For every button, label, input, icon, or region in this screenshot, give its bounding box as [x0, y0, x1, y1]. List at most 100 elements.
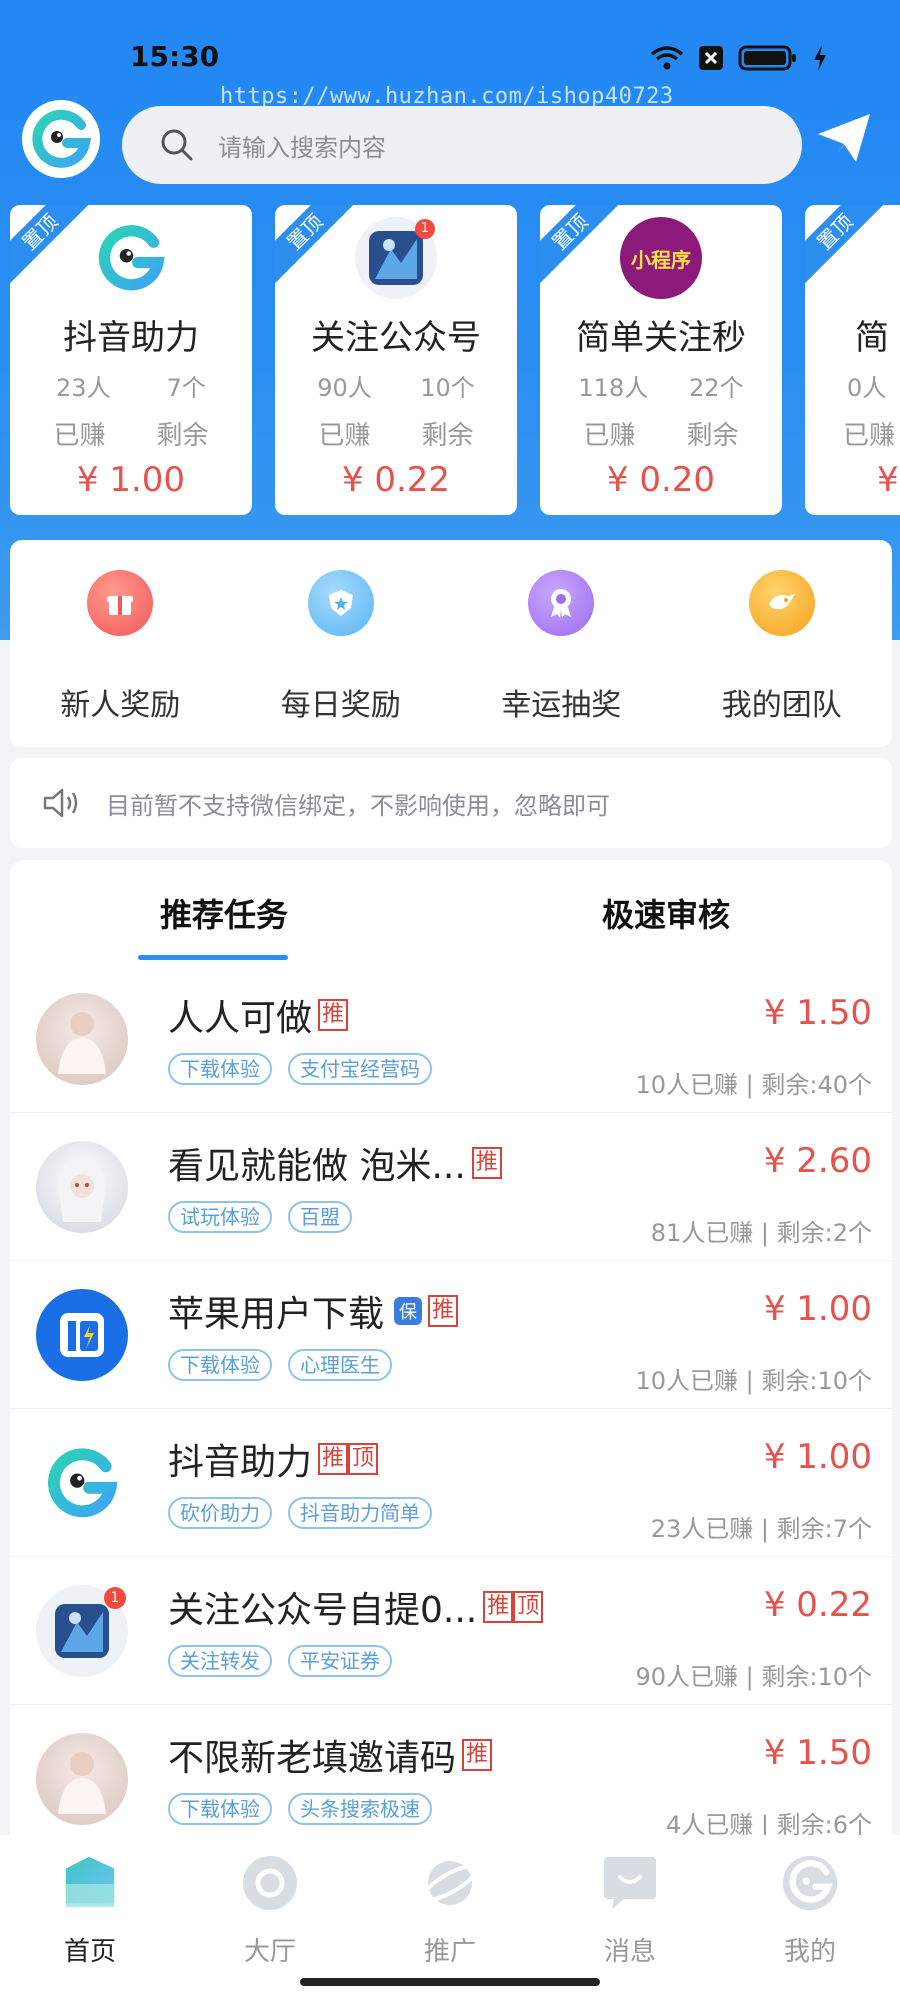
earned-count: 23人	[56, 374, 111, 402]
task-price: ¥ 1.00	[763, 1289, 872, 1329]
card-price: ¥ 1.00	[76, 460, 186, 500]
earned-label: 已赚	[318, 421, 371, 451]
top-card[interactable]: 置顶 抖音助力 23人 7个 已赚 剩余 ¥ 1.00	[10, 205, 252, 515]
task-price: ¥ 0.22	[763, 1585, 872, 1625]
home-icon	[60, 1853, 120, 1913]
task-row[interactable]: 1 关注公众号自提0... 推顶 关注转发 平安证券 ¥ 0.22 90人已赚 | …	[10, 1557, 892, 1705]
paper-plane-icon	[818, 114, 870, 162]
girl-photo-avatar	[36, 993, 128, 1085]
task-chip: 支付宝经营码	[288, 1053, 432, 1085]
task-stats: 10人已赚 | 剩余:40个	[635, 1071, 872, 1099]
menu-item-daily-reward[interactable]: 每日奖励	[231, 540, 452, 747]
earned-label: 已赚	[843, 421, 896, 451]
nav-messages[interactable]: 消息	[540, 1835, 720, 2000]
battery-icon	[738, 45, 796, 71]
task-row[interactable]: 看见就能做 泡米... 推 试玩体验 百盟 ¥ 2.60 81人已赚 | 剩余:2个	[10, 1113, 892, 1261]
app-logo[interactable]	[22, 100, 100, 178]
task-chip: 百盟	[288, 1201, 352, 1233]
recommend-tag: 推	[318, 999, 349, 1031]
game-avatar: 1	[36, 1585, 128, 1677]
verified-badge: 保	[394, 1297, 423, 1325]
top-cards-carousel[interactable]: 置顶 抖音助力 23人 7个 已赚 剩余 ¥ 1.00 置顶 1 关注公众号 90人…	[10, 205, 900, 515]
award-ribbon-icon	[528, 570, 595, 636]
menu-item-lucky-draw[interactable]: 幸运抽奖	[451, 540, 672, 747]
status-icons	[650, 44, 828, 72]
search-bar[interactable]: 请输入搜索内容	[122, 106, 802, 184]
search-icon	[161, 129, 193, 161]
menu-label: 新人奖励	[60, 688, 181, 723]
bottom-navigation: 首页 大厅 推广 消息 我的	[0, 1835, 900, 2000]
earned-label: 已赚	[53, 421, 106, 451]
menu-item-newcomer-reward[interactable]: 新人奖励	[10, 540, 231, 747]
card-price: ¥	[877, 460, 899, 500]
task-row[interactable]: 人人可做推 下载体验 支付宝经营码 ¥ 1.50 10人已赚 | 剩余:40个	[10, 965, 892, 1113]
remaining-label: 剩余	[421, 421, 474, 451]
nav-hall[interactable]: 大厅	[180, 1835, 360, 2000]
remaining-count: 7个	[166, 374, 206, 402]
nav-promote[interactable]: 推广	[360, 1835, 540, 2000]
earned-label: 已赚	[583, 421, 636, 451]
profile-icon	[780, 1853, 840, 1913]
lightning-app-avatar	[36, 1289, 128, 1381]
menu-label: 我的团队	[721, 688, 842, 723]
top-card[interactable]: 置顶 简 0人 已赚 ¥	[805, 205, 900, 515]
menu-item-my-team[interactable]: 我的团队	[672, 540, 893, 747]
notification-badge: 1	[104, 1587, 126, 1609]
recommend-tag: 推	[462, 1739, 493, 1771]
home-indicator	[300, 1978, 600, 1986]
sim-off-icon	[699, 46, 723, 70]
mini-program-text: 小程序	[631, 247, 691, 272]
pinned-tag: 顶	[348, 1443, 379, 1475]
task-price: ¥ 1.50	[763, 993, 872, 1033]
task-chip: 平安证券	[288, 1645, 392, 1677]
nav-label: 首页	[63, 1937, 116, 1967]
task-row[interactable]: 不限新老填邀请码推 下载体验 头条搜索极速 ¥ 1.50 4人已赚 | 剩余:6个	[10, 1705, 892, 1853]
pinned-tag: 顶	[513, 1591, 544, 1623]
top-card[interactable]: 置顶 1 关注公众号 90人 10个 已赚 剩余 ¥ 0.22	[275, 205, 517, 515]
message-icon	[600, 1853, 660, 1913]
planet-icon	[420, 1853, 480, 1913]
task-title: 人人可做	[168, 998, 313, 1039]
task-row[interactable]: 苹果用户下载保推 下载体验 心理医生 ¥ 1.00 10人已赚 | 剩余:10个	[10, 1261, 892, 1409]
task-chip: 关注转发	[168, 1645, 272, 1677]
task-chip: 砍价助力	[168, 1497, 272, 1529]
quick-menu: 新人奖励 每日奖励 幸运抽奖 我的团队	[10, 540, 892, 747]
charging-icon	[814, 45, 826, 71]
app-logo-g-avatar	[36, 1437, 128, 1529]
task-chip: 头条搜索极速	[288, 1793, 432, 1825]
anime-girl-avatar	[36, 1141, 128, 1233]
remaining-count: 22个	[689, 374, 744, 402]
task-row[interactable]: 抖音助力推顶 砍价助力 抖音助力简单 ¥ 1.00 23人已赚 | 剩余:7个	[10, 1409, 892, 1557]
remaining-label: 剩余	[686, 421, 739, 451]
hall-icon	[240, 1853, 300, 1913]
task-chip: 心理医生	[288, 1349, 392, 1381]
task-price: ¥ 1.50	[763, 1733, 872, 1773]
task-title: 关注公众号自提0...	[168, 1590, 478, 1631]
task-panel: 推荐任务 极速审核 人人可做推 下载体验 支付宝经营码 ¥ 1.50 10人已赚 …	[10, 860, 892, 1860]
nav-profile[interactable]: 我的	[720, 1835, 900, 2000]
earned-count: 0人	[847, 374, 887, 402]
nav-home[interactable]: 首页	[0, 1835, 180, 2000]
card-title: 简	[855, 318, 889, 358]
nav-label: 我的	[783, 1937, 836, 1967]
nav-label: 大厅	[243, 1937, 296, 1967]
recommend-tag: 推	[471, 1147, 502, 1179]
gift-icon	[87, 570, 154, 636]
task-title: 抖音助力	[168, 1442, 313, 1483]
pinned-badge: 置顶	[275, 205, 366, 293]
task-price: ¥ 1.00	[763, 1437, 872, 1477]
nav-label: 消息	[603, 1937, 656, 1967]
task-price: ¥ 2.60	[763, 1141, 872, 1181]
task-chip: 下载体验	[168, 1349, 272, 1381]
notification-badge: 1	[415, 219, 435, 239]
tab-fast-review[interactable]: 极速审核	[602, 890, 730, 936]
tab-recommended[interactable]: 推荐任务	[160, 890, 288, 936]
top-card[interactable]: 置顶 小程序 简单关注秒 118人 22个 已赚 剩余 ¥ 0.20	[540, 205, 782, 515]
send-button[interactable]	[816, 112, 872, 168]
wifi-icon	[650, 46, 684, 70]
remaining-count: 10个	[420, 374, 475, 402]
app-logo-g-icon	[32, 109, 91, 168]
pinned-badge: 置顶	[10, 205, 101, 293]
speaker-icon	[43, 788, 78, 818]
pinned-badge: 置顶	[805, 205, 896, 293]
